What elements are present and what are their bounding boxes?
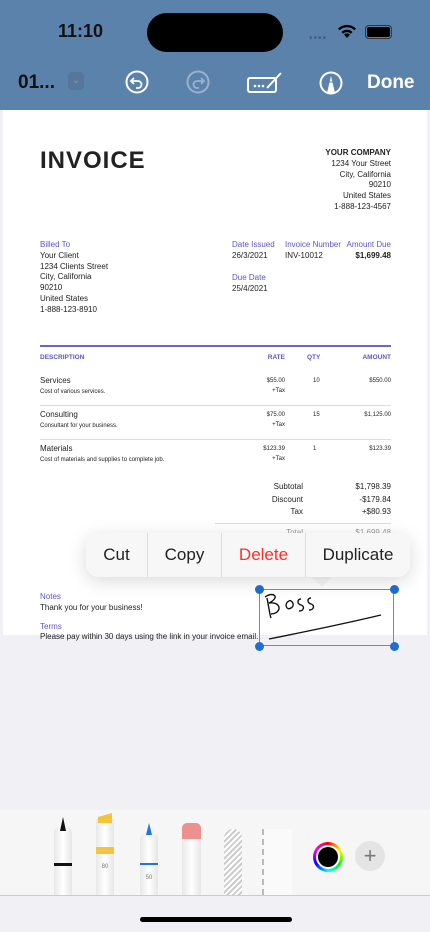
company-line: 1234 Your Street (331, 158, 391, 168)
wifi-icon (338, 24, 356, 38)
total-rule (215, 523, 391, 524)
due-date-label: Due Date (232, 273, 266, 282)
color-picker[interactable] (313, 842, 343, 872)
highlighter-width: 80 (101, 864, 109, 870)
terms-label: Terms (40, 621, 62, 631)
highlighter-tool[interactable]: 80 (96, 813, 114, 895)
billed-line: 1-888-123-8910 (40, 304, 97, 314)
home-indicator (140, 917, 292, 922)
billed-to-label: Billed To (40, 240, 71, 249)
item-qty: 15 (313, 412, 320, 418)
signature-icon[interactable] (247, 70, 283, 94)
redo-icon[interactable] (186, 70, 210, 94)
item-qty: 10 (313, 378, 320, 384)
amount-due-value: $1,699.48 (355, 250, 391, 260)
tax-value: +$80.93 (361, 507, 391, 516)
context-menu: Cut Copy Delete Duplicate (86, 533, 410, 577)
terms-text: Please pay within 30 days using the link… (40, 632, 259, 642)
cut-menu-item[interactable]: Cut (86, 533, 148, 577)
subtotal-value: $1,798.39 (355, 482, 391, 491)
date-issued: Date Issued 26/3/2021 (232, 240, 275, 262)
lasso-tool[interactable] (224, 829, 242, 895)
item-tax: +Tax (272, 456, 285, 462)
billed-line: City, California (40, 272, 92, 282)
undo-icon[interactable] (125, 70, 149, 94)
col-description: DESCRIPTION (40, 354, 85, 361)
pen-tool[interactable] (54, 817, 72, 895)
company-name: YOUR COMPANY (325, 148, 391, 157)
signature-drawing[interactable] (259, 589, 394, 646)
delete-menu-item[interactable]: Delete (222, 533, 306, 577)
chevron-down-icon[interactable]: ⌄ (68, 72, 84, 90)
notes: Notes Thank you for your business! Terms… (40, 592, 258, 643)
resize-handle[interactable] (255, 585, 264, 594)
tax-label: Tax (290, 507, 303, 516)
col-qty: QTY (307, 354, 321, 361)
item-description: Cost of various services. (40, 389, 106, 395)
date-issued-label: Date Issued (232, 240, 275, 249)
billed-to: Billed To Your Client 1234 Clients Stree… (40, 240, 108, 316)
done-button[interactable]: Done (367, 72, 415, 94)
col-rate: RATE (267, 354, 285, 361)
item-amount: $550.00 (369, 378, 391, 384)
resize-handle[interactable] (390, 642, 399, 651)
marker-width: 50 (145, 875, 153, 881)
amount-due-label: Amount Due (346, 240, 391, 249)
document-name[interactable]: 01... (18, 72, 55, 94)
item-amount: $123.39 (369, 446, 391, 452)
tool-palette: 80 50 + (0, 810, 430, 896)
item-amount: $1,125.00 (364, 412, 391, 418)
row-divider (40, 405, 391, 406)
dynamic-island (147, 13, 283, 52)
notes-label: Notes (40, 592, 61, 601)
item-tax: +Tax (272, 388, 285, 394)
copy-menu-item[interactable]: Copy (148, 533, 222, 577)
billed-line: United States (40, 293, 89, 303)
battery-icon (365, 25, 392, 39)
amount-due: Amount Due $1,699.48 (330, 240, 391, 262)
markup-pen-icon[interactable] (318, 70, 344, 96)
due-date: Due Date 25/4/2021 (232, 273, 268, 295)
duplicate-menu-item[interactable]: Duplicate (306, 533, 410, 577)
due-date-value: 25/4/2021 (232, 283, 268, 293)
status-time: 11:10 (58, 21, 104, 41)
billed-line: 1234 Clients Street (40, 261, 109, 271)
company-line: 1-888-123-4567 (334, 201, 391, 211)
item-tax: +Tax (272, 422, 285, 428)
ruler-tool[interactable] (262, 829, 292, 895)
company-address: YOUR COMPANY 1234 Your Street City, Cali… (240, 148, 391, 213)
billed-line: 90210 (40, 283, 63, 293)
resize-handle[interactable] (255, 642, 264, 651)
item-description: Consultant for your business. (40, 423, 118, 429)
discount-value: -$179.84 (359, 495, 391, 504)
billed-line: Your Client (40, 250, 79, 260)
marker-tool[interactable]: 50 (140, 823, 158, 895)
resize-handle[interactable] (390, 585, 399, 594)
row-divider (40, 439, 391, 440)
company-line: United States (342, 191, 391, 201)
item-description: Cost of materials and supplies to comple… (40, 457, 165, 463)
col-amount: AMOUNT (362, 354, 391, 361)
date-issued-value: 26/3/2021 (232, 250, 268, 260)
notes-text: Thank you for your business! (40, 602, 143, 612)
item-name: Services (40, 376, 71, 385)
cellular-signal-icon: •••• (309, 33, 328, 44)
discount-label: Discount (271, 495, 303, 504)
subtotal-label: Subtotal (273, 482, 303, 491)
eraser-tool[interactable] (182, 823, 201, 895)
company-line: 90210 (368, 180, 391, 190)
company-line: City, California (339, 169, 391, 179)
add-tool-button[interactable]: + (355, 841, 385, 871)
table-header-rule (40, 345, 391, 347)
item-name: Consulting (40, 410, 78, 419)
invoice-title: INVOICE (40, 147, 146, 174)
item-name: Materials (40, 444, 73, 453)
item-qty: 1 (313, 446, 317, 452)
